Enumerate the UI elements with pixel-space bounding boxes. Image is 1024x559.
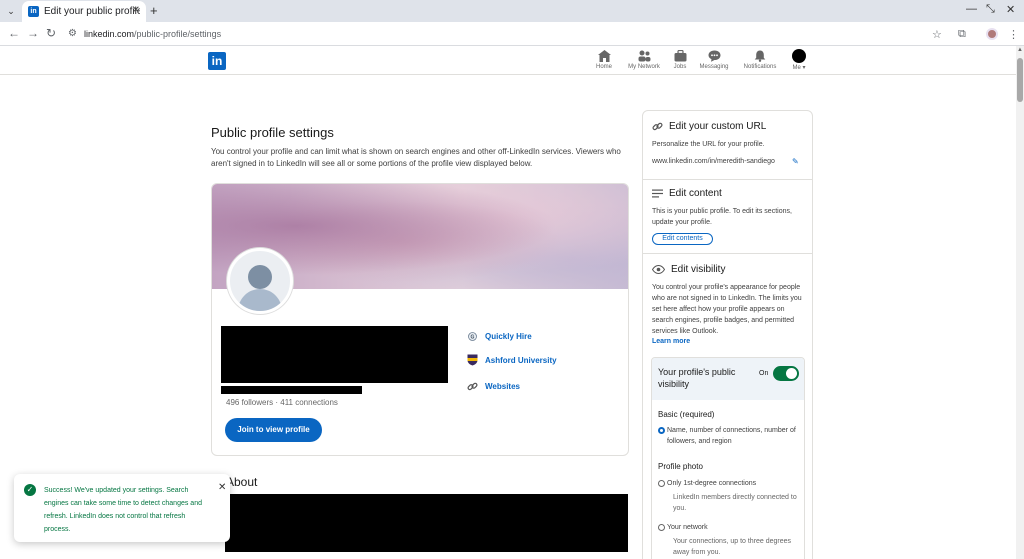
photo-1st-degree-radio[interactable] <box>658 480 665 487</box>
browser-profile-avatar[interactable] <box>986 28 998 40</box>
tab-title: Edit your public profile <box>44 6 140 17</box>
scroll-up-arrow-icon[interactable]: ▲ <box>1017 47 1023 53</box>
page-scrollbar[interactable]: ▲ <box>1016 46 1024 559</box>
custom-url-value: www.linkedin.com/in/meredith-sandiego <box>652 158 775 165</box>
profile-photo-label: Profile photo <box>658 462 703 471</box>
follower-connection-count: 496 followers · 411 connections <box>226 398 338 407</box>
public-visibility-toggle[interactable] <box>773 366 799 381</box>
edit-url-pencil-icon[interactable]: ✎ <box>792 157 799 166</box>
page-title: Public profile settings <box>211 125 334 140</box>
learn-more-link[interactable]: Learn more <box>652 338 690 345</box>
edit-visibility-title: Edit visibility <box>671 264 726 275</box>
websites-link[interactable]: Websites <box>466 379 520 393</box>
photo-network-radio[interactable] <box>658 524 665 531</box>
tab-close-icon[interactable]: ✕ <box>132 5 140 16</box>
extensions-icon[interactable]: ⧉ <box>958 28 966 41</box>
new-tab-icon[interactable]: + <box>150 3 158 18</box>
reload-icon[interactable]: ↻ <box>46 26 56 40</box>
window-close-icon[interactable]: ✕ <box>1006 3 1015 16</box>
public-visibility-title: Your profile's public visibility <box>658 367 736 389</box>
link-icon <box>652 122 663 131</box>
address-bar: ← → ↻ ⚙ linkedin.com/public-profile/sett… <box>0 22 1024 46</box>
scroll-thumb[interactable] <box>1017 58 1023 102</box>
toggle-state-label: On <box>759 370 769 377</box>
nav-messaging[interactable]: Messaging <box>692 49 736 70</box>
edit-visibility-desc: You control your profile's appearance fo… <box>652 284 802 335</box>
home-icon <box>582 49 626 63</box>
profile-photo <box>227 248 293 314</box>
browser-tab-bar: ⌄ in Edit your public profile ✕ + — ⤡ ✕ <box>0 0 1024 22</box>
custom-url-title: Edit your custom URL <box>669 121 767 132</box>
success-toast: ✓ Success! We've updated your settings. … <box>14 474 230 542</box>
about-section-title: About <box>226 475 258 489</box>
company-logo-icon: G <box>466 330 478 342</box>
linkedin-logo-icon[interactable]: in <box>208 52 226 70</box>
browser-tab[interactable]: in Edit your public profile ✕ <box>22 1 146 22</box>
lines-icon <box>652 189 663 198</box>
toast-close-icon[interactable]: ✕ <box>218 482 226 493</box>
nav-me[interactable]: Me ▾ <box>777 49 821 71</box>
bookmark-star-icon[interactable]: ☆ <box>932 28 942 41</box>
photo-1st-degree-label: Only 1st-degree connections <box>667 480 757 487</box>
avatar <box>792 49 806 63</box>
linkedin-favicon-icon: in <box>28 6 39 17</box>
school-shield-icon <box>466 354 478 366</box>
check-circle-icon: ✓ <box>24 484 36 496</box>
redacted-about-text <box>225 494 628 552</box>
public-visibility-box: Your profile's public visibility On Basi… <box>651 357 805 559</box>
nav-home[interactable]: Home <box>582 49 626 70</box>
photo-1st-degree-desc: LinkedIn members directly connected to y… <box>673 494 797 512</box>
company-link[interactable]: G Quickly Hire <box>466 329 532 343</box>
redacted-name-headline <box>221 326 448 383</box>
school-link[interactable]: Ashford University <box>466 353 557 367</box>
basic-required-label: Basic (required) <box>658 410 715 419</box>
redacted-location <box>221 386 362 394</box>
forward-icon[interactable]: → <box>27 26 39 40</box>
linkedin-header: in Home My Network Jobs Messaging Notifi… <box>0 46 1016 75</box>
eye-icon <box>652 265 665 274</box>
photo-network-desc: Your connections, up to three degrees aw… <box>673 538 792 556</box>
edit-content-title: Edit content <box>669 188 722 199</box>
tab-search-icon[interactable]: ⌄ <box>4 4 18 18</box>
page-description: You control your profile and can limit w… <box>211 147 621 168</box>
link-icon <box>466 380 478 392</box>
url-path: /public-profile/settings <box>134 29 222 39</box>
bell-icon <box>738 49 782 63</box>
basic-radio[interactable] <box>658 427 665 434</box>
toast-message: Success! We've updated your settings. Se… <box>44 487 202 533</box>
public-profile-preview: 496 followers · 411 connections Join to … <box>211 183 629 456</box>
url-field[interactable]: ⚙ linkedin.com/public-profile/settings <box>62 25 952 43</box>
basic-option-label: Name, number of connections, number of f… <box>667 427 796 445</box>
menu-dots-icon[interactable]: ⋮ <box>1008 28 1019 41</box>
site-settings-icon[interactable]: ⚙ <box>68 28 77 39</box>
back-icon[interactable]: ← <box>8 26 20 40</box>
url-domain: linkedin.com <box>84 29 135 39</box>
nav-notifications[interactable]: Notifications <box>738 49 782 70</box>
custom-url-section: Edit your custom URL Personalize the URL… <box>643 111 812 180</box>
settings-sidebar: Edit your custom URL Personalize the URL… <box>642 110 813 559</box>
chevron-down-icon: ▾ <box>802 65 806 71</box>
edit-content-desc: This is your public profile. To edit its… <box>652 208 792 226</box>
join-to-view-profile-button[interactable]: Join to view profile <box>225 418 322 442</box>
chat-icon <box>692 49 736 63</box>
custom-url-desc: Personalize the URL for your profile. <box>652 141 765 148</box>
minimize-icon[interactable]: — <box>966 3 977 15</box>
svg-text:G: G <box>470 334 474 340</box>
restore-icon[interactable]: ⤡ <box>986 3 995 16</box>
photo-network-label: Your network <box>667 524 708 531</box>
edit-contents-button[interactable]: Edit contents <box>652 233 713 245</box>
